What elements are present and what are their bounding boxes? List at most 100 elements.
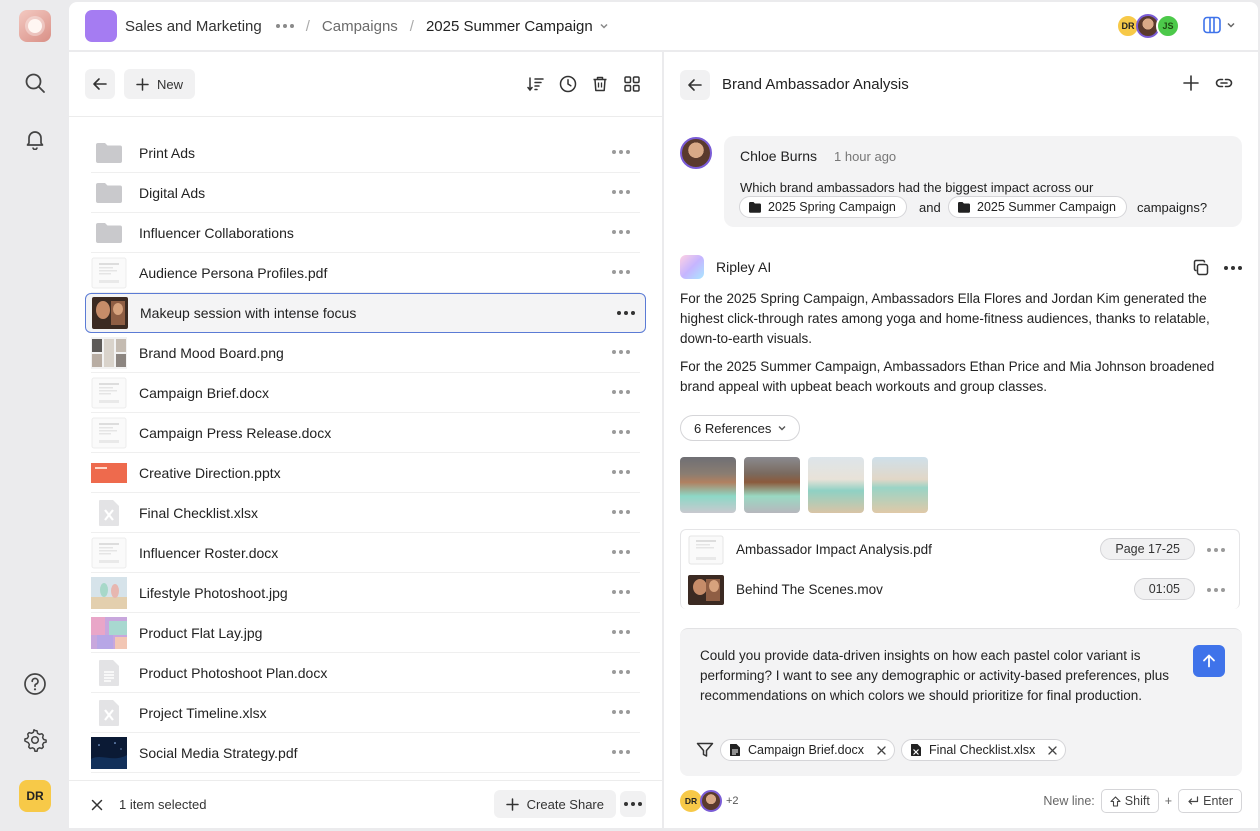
references-label: 6 References [694, 420, 772, 436]
gear-icon[interactable] [21, 726, 49, 754]
layout-toggle[interactable] [1202, 15, 1236, 35]
file-name: Campaign Press Release.docx [139, 424, 332, 441]
file-name: Influencer Roster.docx [139, 544, 279, 561]
reference-image[interactable] [744, 457, 800, 513]
enter-icon [1188, 795, 1199, 805]
avatar[interactable]: JS [1156, 14, 1180, 38]
close-icon[interactable] [91, 799, 103, 811]
trash-icon[interactable] [590, 70, 610, 98]
campaign-chip[interactable]: 2025 Summer Campaign [948, 196, 1127, 218]
file-row[interactable]: Final Checklist.xlsx [91, 493, 640, 533]
video-thumbnail [688, 575, 724, 605]
more-icon[interactable] [612, 270, 630, 274]
close-icon[interactable] [1048, 745, 1057, 755]
more-icon[interactable] [612, 150, 630, 154]
chevron-down-icon[interactable] [599, 21, 609, 31]
clock-icon[interactable] [558, 70, 578, 98]
more-icon[interactable] [275, 24, 294, 28]
folder-row[interactable]: Print Ads [91, 133, 640, 173]
more-icon[interactable] [612, 590, 630, 594]
breadcrumb-separator: / [409, 17, 414, 35]
more-icon[interactable] [612, 230, 630, 234]
file-row[interactable]: Makeup session with intense focus [85, 293, 646, 333]
close-icon[interactable] [877, 745, 886, 755]
breadcrumb-workspace[interactable]: Sales and Marketing [125, 18, 262, 35]
chat-input[interactable]: Could you provide data-driven insights o… [680, 628, 1242, 776]
reference-item[interactable]: Behind The Scenes.mov 01:05 [681, 570, 1241, 610]
more-icon[interactable] [612, 470, 630, 474]
ai-header: Ripley AI [680, 255, 1242, 279]
more-icon[interactable] [612, 430, 630, 434]
back-button[interactable] [680, 69, 710, 100]
filter-icon[interactable] [696, 742, 714, 758]
folder-row[interactable]: Influencer Collaborations [91, 213, 640, 253]
file-name: Lifestyle Photoshoot.jpg [139, 584, 288, 601]
selection-footer: 1 item selected Create Share [69, 780, 662, 828]
back-button[interactable] [85, 69, 115, 99]
more-icon[interactable] [612, 550, 630, 554]
reference-image[interactable] [808, 457, 864, 513]
file-row[interactable]: Product Flat Lay.jpg [91, 613, 640, 653]
bell-icon[interactable] [21, 125, 49, 153]
file-row[interactable]: Social Media Strategy.pdf [91, 733, 640, 773]
file-row[interactable]: Project Timeline.xlsx [91, 693, 640, 733]
references-toggle[interactable]: 6 References [680, 415, 801, 441]
search-icon[interactable] [21, 69, 49, 97]
reference-images [680, 457, 928, 513]
breadcrumb-campaigns[interactable]: Campaigns [322, 18, 398, 35]
reference-image[interactable] [872, 457, 928, 513]
copy-icon[interactable] [1192, 259, 1210, 277]
plus-icon[interactable] [1182, 74, 1200, 92]
folder-row[interactable]: Digital Ads [91, 173, 640, 213]
reference-item[interactable]: Ambassador Impact Analysis.pdf Page 17-2… [681, 530, 1241, 570]
chat-input-text[interactable]: Could you provide data-driven insights o… [700, 646, 1170, 706]
file-name: Influencer Collaborations [139, 224, 294, 241]
file-toolbar: New [69, 52, 662, 117]
new-button[interactable]: New [124, 69, 196, 99]
more-icon[interactable] [612, 710, 630, 714]
more-icon[interactable] [612, 510, 630, 514]
file-name: Digital Ads [139, 184, 206, 201]
user-avatar[interactable]: DR [19, 780, 51, 812]
grid-view-icon[interactable] [622, 70, 642, 98]
create-share-button[interactable]: Create Share [493, 790, 616, 818]
more-icon[interactable] [612, 190, 630, 194]
more-icon[interactable] [612, 350, 630, 354]
file-row[interactable]: Campaign Press Release.docx [91, 413, 640, 453]
attachment-chip[interactable]: Campaign Brief.docx [720, 739, 896, 761]
participants[interactable]: DR +2 [680, 790, 739, 812]
document-thumbnail [91, 377, 127, 409]
file-row[interactable]: Lifestyle Photoshoot.jpg [91, 573, 640, 613]
reference-image[interactable] [680, 457, 736, 513]
campaign-chip[interactable]: 2025 Spring Campaign [739, 196, 907, 218]
sort-icon[interactable] [526, 70, 546, 98]
attachment-chip[interactable]: Final Checklist.xlsx [901, 739, 1067, 761]
more-icon[interactable] [612, 750, 630, 754]
page-range-badge: Page 17-25 [1100, 538, 1195, 560]
collaborator-avatars[interactable]: DR JS [1116, 14, 1180, 38]
file-row[interactable]: Audience Persona Profiles.pdf [91, 253, 640, 293]
chip-label: 2025 Summer Campaign [977, 200, 1116, 214]
more-icon[interactable] [1207, 548, 1225, 552]
more-icon[interactable] [612, 670, 630, 674]
more-button[interactable] [620, 791, 646, 817]
image-thumbnail [91, 736, 127, 769]
ai-name: Ripley AI [716, 259, 772, 275]
more-icon[interactable] [1224, 266, 1242, 270]
file-row[interactable]: Influencer Roster.docx [91, 533, 640, 573]
more-icon[interactable] [612, 630, 630, 634]
workspace-icon[interactable] [85, 10, 117, 42]
more-icon[interactable] [612, 390, 630, 394]
file-row[interactable]: Creative Direction.pptx [91, 453, 640, 493]
file-row[interactable]: Brand Mood Board.png [91, 333, 640, 373]
link-icon[interactable] [1214, 74, 1234, 92]
file-row[interactable]: Product Photoshoot Plan.docx [91, 653, 640, 693]
breadcrumb-current[interactable]: 2025 Summer Campaign [426, 18, 593, 35]
more-icon[interactable] [1207, 588, 1225, 592]
send-button[interactable] [1193, 645, 1225, 677]
more-icon[interactable] [617, 311, 635, 315]
file-name: Print Ads [139, 144, 196, 161]
app-logo[interactable] [19, 10, 51, 42]
help-icon[interactable] [21, 670, 49, 698]
file-row[interactable]: Campaign Brief.docx [91, 373, 640, 413]
